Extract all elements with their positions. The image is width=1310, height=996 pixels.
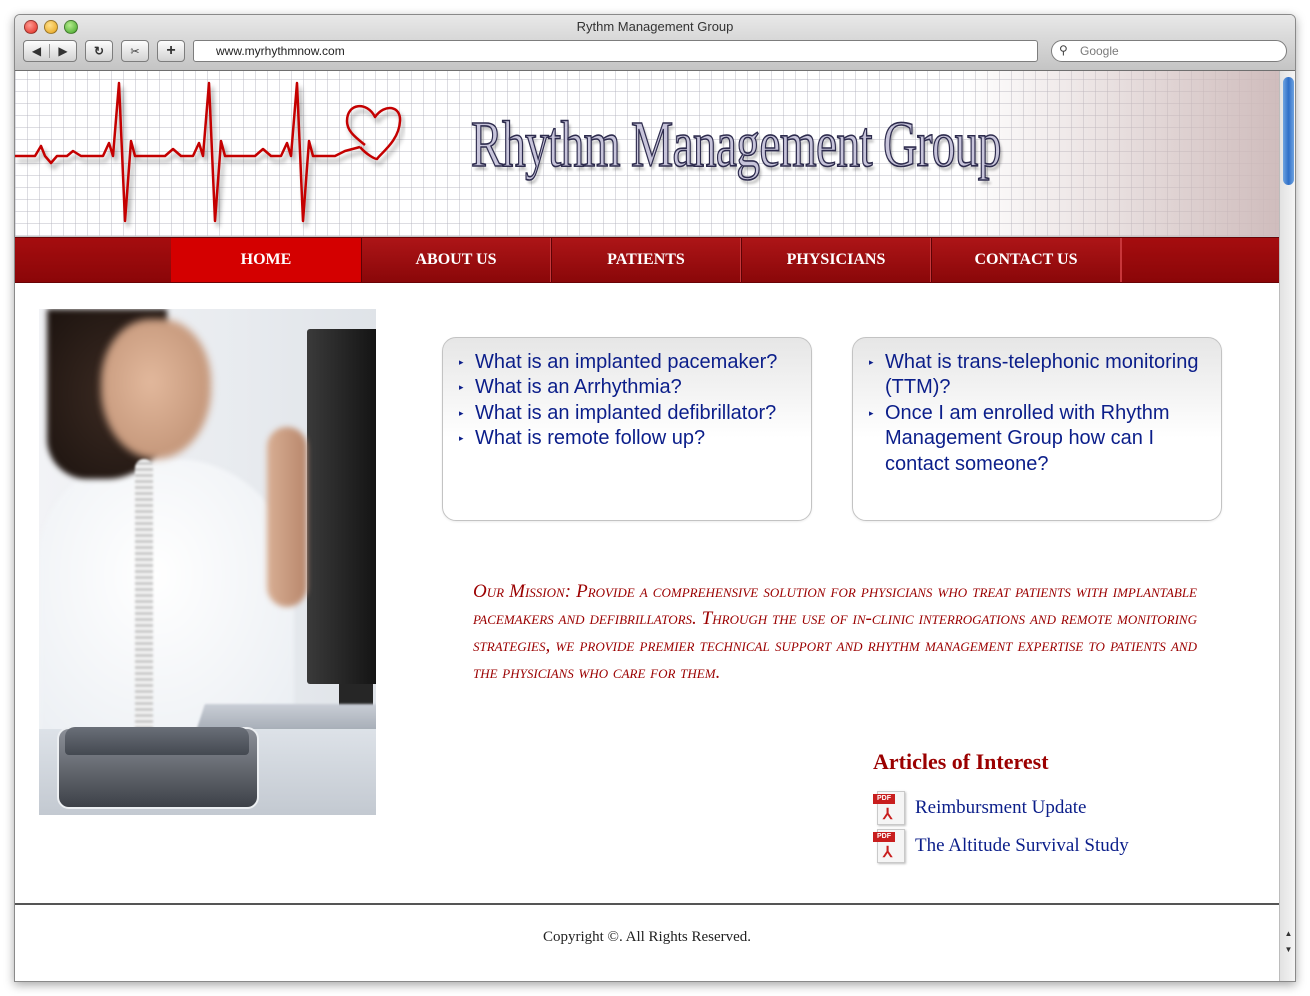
- article-link-altitude-study[interactable]: The Altitude Survival Study: [915, 835, 1129, 857]
- scroll-down-icon[interactable]: ▼: [1283, 945, 1294, 954]
- nav-home[interactable]: HOME: [171, 238, 361, 282]
- forward-icon[interactable]: ▶: [50, 44, 76, 58]
- heart-icon: [345, 105, 402, 161]
- reload-button[interactable]: ↻: [85, 40, 113, 62]
- nav-about-us[interactable]: ABOUT US: [361, 238, 551, 282]
- faq-link[interactable]: ▸ What is trans-telephonic monitoring (T…: [867, 350, 1207, 401]
- article-link-reimbursement[interactable]: Reimbursment Update: [915, 797, 1087, 819]
- pdf-tag: PDF: [873, 794, 895, 804]
- bullet-icon: ▸: [459, 407, 464, 418]
- pdf-icon[interactable]: PDF ⅄: [873, 829, 907, 863]
- nav-patients[interactable]: PATIENTS: [551, 238, 741, 282]
- photo-face: [101, 319, 211, 459]
- snapback-button[interactable]: ✂: [121, 40, 149, 62]
- bullet-icon: ▸: [459, 357, 464, 367]
- faq-link[interactable]: ▸ What is an implanted pacemaker?: [457, 350, 797, 375]
- browser-window: Rythm Management Group ◀ ▶ ↻ ✂ + www.myr…: [14, 14, 1296, 982]
- faq-link[interactable]: ▸ What is an implanted defibrillator?: [457, 401, 797, 426]
- faq-link[interactable]: ▸ What is an Arrhythmia?: [457, 375, 797, 400]
- search-input[interactable]: ⚲ Google: [1051, 40, 1287, 62]
- doctor-on-phone-photo: [39, 309, 376, 815]
- photo-phone-handset: [65, 727, 249, 755]
- window-title: Rythm Management Group: [576, 19, 734, 34]
- faq-link[interactable]: ▸ What is remote follow up?: [457, 426, 797, 451]
- back-icon[interactable]: ◀: [24, 44, 50, 58]
- faq-box-left: ▸ What is an implanted pacemaker? ▸ What…: [442, 337, 812, 521]
- pdf-icon[interactable]: PDF ⅄: [873, 791, 907, 825]
- plus-icon: +: [166, 42, 176, 59]
- pdf-tag: PDF: [873, 832, 895, 842]
- vertical-scrollbar[interactable]: ▲ ▼: [1279, 71, 1295, 981]
- bullet-icon: ▸: [869, 407, 874, 418]
- bullet-icon: ▸: [459, 433, 464, 444]
- article-item[interactable]: PDF ⅄ The Altitude Survival Study: [873, 829, 1129, 863]
- nav-physicians[interactable]: PHYSICIANS: [741, 238, 931, 282]
- add-bookmark-button[interactable]: +: [157, 40, 185, 62]
- acrobat-glyph: ⅄: [883, 844, 893, 861]
- bullet-icon: ▸: [869, 357, 874, 367]
- site-title: Rhythm Management Group: [470, 107, 1002, 182]
- faq-link[interactable]: ▸ Once I am enrolled with Rhythm Managem…: [867, 401, 1207, 477]
- articles-heading: Articles of Interest: [873, 749, 1049, 774]
- reload-icon: ↻: [93, 44, 105, 58]
- menu-divider: [1121, 238, 1122, 282]
- copyright-text: Copyright ©. All Rights Reserved.: [542, 929, 752, 945]
- scroll-up-icon[interactable]: ▲: [1283, 929, 1294, 938]
- article-item[interactable]: PDF ⅄ Reimbursment Update: [873, 791, 1087, 825]
- mission-statement: Our Mission: Provide a comprehensive sol…: [473, 581, 1197, 683]
- footer-divider: [15, 903, 1279, 905]
- search-placeholder: Google: [1080, 44, 1119, 58]
- back-forward-buttons: ◀ ▶: [23, 40, 77, 62]
- scrollbar-thumb[interactable]: [1283, 77, 1294, 185]
- web-page: Rhythm Management Group HOME ABOUT US PA…: [15, 71, 1279, 981]
- bullet-icon: ▸: [459, 382, 464, 393]
- search-icon: ⚲: [1059, 43, 1068, 57]
- acrobat-glyph: ⅄: [883, 806, 893, 823]
- faq-box-right: ▸ What is trans-telephonic monitoring (T…: [852, 337, 1222, 521]
- scissors-icon: ✂: [130, 45, 140, 58]
- ecg-heartbeat-graphic: [15, 81, 402, 223]
- browser-toolbar: Rythm Management Group ◀ ▶ ↻ ✂ + www.myr…: [15, 15, 1295, 71]
- photo-monitor: [307, 329, 376, 684]
- nav-contact-us[interactable]: CONTACT US: [931, 238, 1121, 282]
- photo-hand: [267, 427, 307, 607]
- main-navigation: HOME ABOUT US PATIENTS PHYSICIANS CONTAC…: [15, 237, 1279, 283]
- photo-phone-cord: [135, 459, 153, 759]
- site-header-banner: Rhythm Management Group: [15, 71, 1279, 237]
- address-bar[interactable]: www.myrhythmnow.com: [193, 40, 1038, 62]
